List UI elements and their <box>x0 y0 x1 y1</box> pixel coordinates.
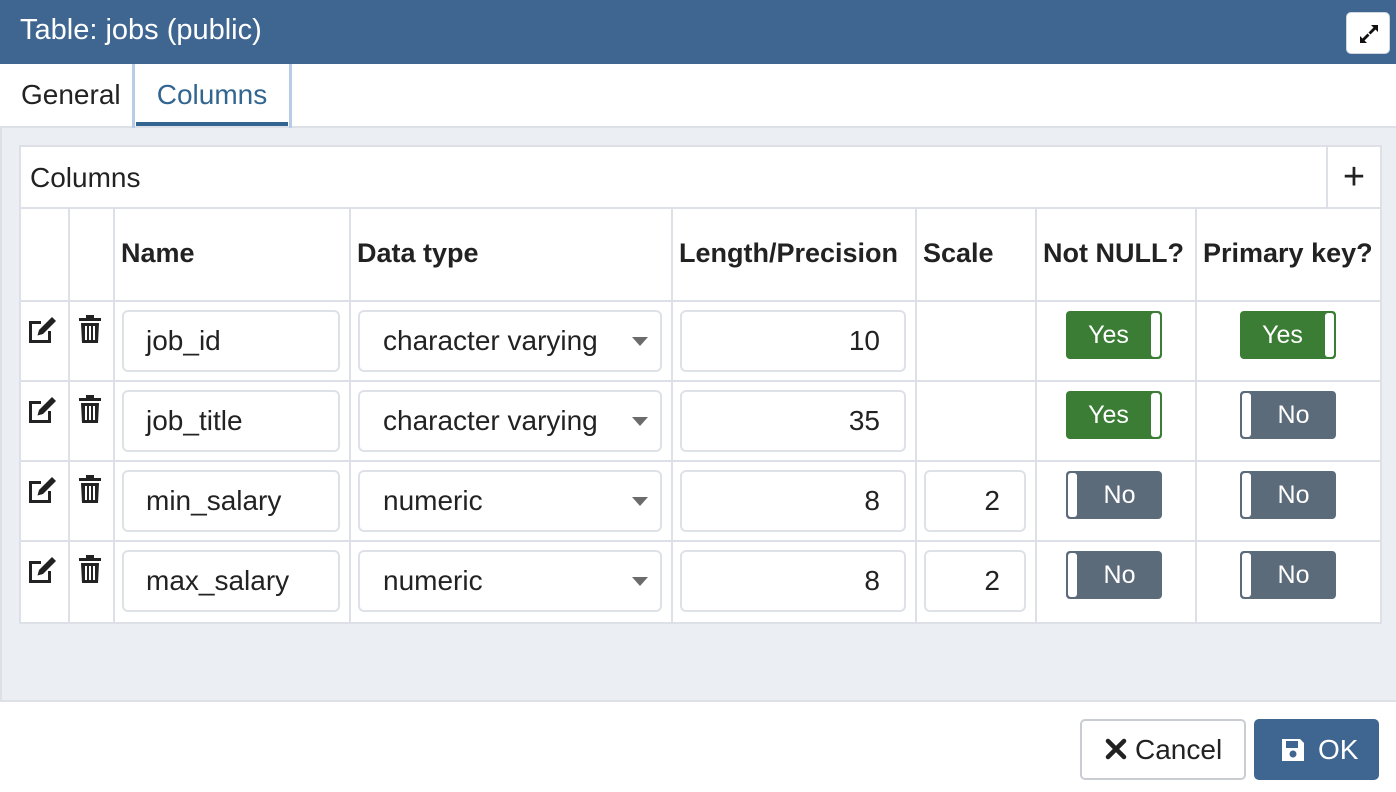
active-tab-indicator <box>136 122 288 126</box>
chevron-down-icon <box>632 337 648 346</box>
header-not-null[interactable]: Not NULL? <box>1043 238 1184 269</box>
ok-button[interactable]: OK <box>1254 719 1379 780</box>
scale-input[interactable]: 2 <box>924 550 1026 612</box>
primary-key-toggle[interactable]: No <box>1240 471 1336 519</box>
length-precision-input[interactable]: 8 <box>680 470 906 532</box>
grid-line <box>113 209 115 622</box>
ok-label: OK <box>1318 734 1359 765</box>
trash-icon[interactable] <box>78 395 102 424</box>
expand-arrows-icon <box>1360 25 1378 43</box>
toggle-knob <box>1151 393 1160 437</box>
columns-panel-header: Columns + <box>21 147 1380 209</box>
trash-icon[interactable] <box>78 555 102 584</box>
grid-line <box>21 540 1380 542</box>
data-type-value: numeric <box>383 485 483 516</box>
toggle-label: No <box>1277 481 1310 509</box>
not-null-toggle[interactable]: No <box>1066 551 1162 599</box>
grid-line <box>671 209 673 622</box>
column-name-input[interactable]: job_title <box>122 390 340 452</box>
not-null-toggle[interactable]: Yes <box>1066 391 1162 439</box>
chevron-down-icon <box>632 577 648 586</box>
header-data-type[interactable]: Data type <box>357 238 479 269</box>
primary-key-toggle[interactable]: No <box>1240 391 1336 439</box>
length-precision-input[interactable]: 10 <box>680 310 906 372</box>
header-primary-key[interactable]: Primary key? <box>1203 238 1373 269</box>
edit-icon[interactable] <box>26 315 58 345</box>
toggle-label: Yes <box>1088 401 1129 429</box>
cancel-button[interactable]: Cancel <box>1080 719 1246 780</box>
grid-line <box>21 380 1380 382</box>
grid-line <box>68 209 70 622</box>
edit-icon[interactable] <box>26 555 58 585</box>
header-name[interactable]: Name <box>121 238 195 269</box>
grid-line <box>349 209 351 622</box>
data-type-select[interactable]: numeric <box>358 470 662 532</box>
toggle-label: Yes <box>1088 321 1129 349</box>
maximize-button[interactable] <box>1346 12 1390 54</box>
toggle-knob <box>1242 553 1251 597</box>
toggle-knob <box>1151 313 1160 357</box>
data-type-value: numeric <box>383 565 483 596</box>
close-icon <box>1105 738 1127 760</box>
data-type-value: character varying <box>383 405 598 436</box>
tab-general[interactable]: General <box>21 64 121 128</box>
length-precision-input[interactable]: 35 <box>680 390 906 452</box>
column-name-input[interactable]: job_id <box>122 310 340 372</box>
trash-icon[interactable] <box>78 315 102 344</box>
toggle-knob <box>1242 473 1251 517</box>
add-column-button[interactable]: + <box>1326 147 1380 209</box>
tab-columns[interactable]: Columns <box>132 64 292 128</box>
length-precision-input[interactable]: 8 <box>680 550 906 612</box>
header-length-precision[interactable]: Length/Precision <box>679 238 898 269</box>
column-name-input[interactable]: min_salary <box>122 470 340 532</box>
toggle-label: No <box>1277 401 1310 429</box>
toggle-label: No <box>1103 481 1136 509</box>
columns-panel-title: Columns <box>30 162 141 193</box>
primary-key-toggle[interactable]: Yes <box>1240 311 1336 359</box>
scale-input[interactable]: 2 <box>924 470 1026 532</box>
data-type-select[interactable]: character varying <box>358 310 662 372</box>
toggle-knob <box>1325 313 1334 357</box>
edit-icon[interactable] <box>26 395 58 425</box>
data-type-select[interactable]: numeric <box>358 550 662 612</box>
toggle-knob <box>1068 553 1077 597</box>
save-icon <box>1282 739 1304 761</box>
primary-key-toggle[interactable]: No <box>1240 551 1336 599</box>
toggle-knob <box>1242 393 1251 437</box>
footer-divider <box>0 700 1396 702</box>
trash-icon[interactable] <box>78 475 102 504</box>
column-name-input[interactable]: max_salary <box>122 550 340 612</box>
not-null-toggle[interactable]: Yes <box>1066 311 1162 359</box>
tab-bar: General Columns <box>0 64 1396 128</box>
data-type-select[interactable]: character varying <box>358 390 662 452</box>
grid-line <box>21 460 1380 462</box>
grid-line <box>915 209 917 622</box>
grid-line <box>1035 209 1037 622</box>
toggle-knob <box>1068 473 1077 517</box>
toggle-label: Yes <box>1262 321 1303 349</box>
dialog-title: Table: jobs (public) <box>20 14 262 46</box>
cancel-label: Cancel <box>1135 734 1223 765</box>
data-type-value: character varying <box>383 325 598 356</box>
header-scale[interactable]: Scale <box>923 238 994 269</box>
toggle-label: No <box>1103 561 1136 589</box>
grid-line <box>21 300 1380 302</box>
grid-line <box>1195 209 1197 622</box>
not-null-toggle[interactable]: No <box>1066 471 1162 519</box>
chevron-down-icon <box>632 417 648 426</box>
tab-columns-label: Columns <box>156 79 268 110</box>
chevron-down-icon <box>632 497 648 506</box>
toggle-label: No <box>1277 561 1310 589</box>
edit-icon[interactable] <box>26 475 58 505</box>
dialog-titlebar[interactable]: Table: jobs (public) <box>0 0 1396 64</box>
